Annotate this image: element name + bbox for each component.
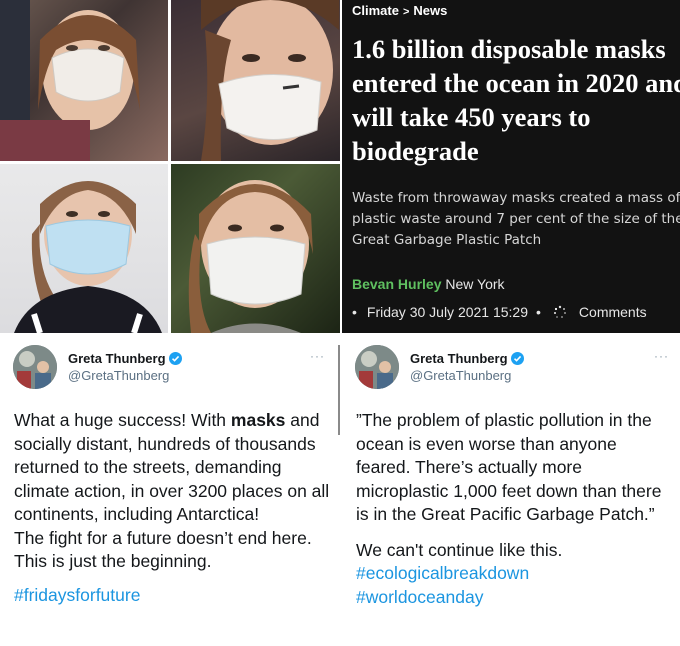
hashtag-link[interactable]: #worldoceanday <box>356 586 676 610</box>
photo-masked-face-1 <box>0 0 168 161</box>
verified-badge-icon <box>510 352 524 365</box>
avatar[interactable] <box>13 345 57 389</box>
more-dots-icon[interactable]: ··· <box>310 349 325 363</box>
breadcrumb-news[interactable]: News <box>413 3 447 18</box>
photo-masked-face-3 <box>0 164 168 333</box>
news-article-panel: Climate > News 1.6 billion disposable mask… <box>342 0 680 333</box>
article-headline[interactable]: 1.6 billion disposable masks entered the… <box>352 32 680 168</box>
tweet-text: What a huge success! With masks and soci… <box>14 410 330 524</box>
photo-collage <box>0 0 340 333</box>
tweet-text-line2: We can't continue like this. <box>356 539 563 560</box>
bullet-icon: • <box>536 304 541 320</box>
tweet-text-line2: The fight for a future doesn’t end here.… <box>14 527 312 572</box>
hashtag-link[interactable]: #fridaysforfuture <box>14 584 334 608</box>
tweet-author-name[interactable]: Greta Thunberg <box>68 351 182 366</box>
photo-masked-face-2 <box>171 0 340 161</box>
tweet-body: ”The problem of plastic pollution in the… <box>356 409 676 609</box>
column-divider <box>338 345 340 435</box>
photo-masked-face-4 <box>171 164 340 333</box>
tweet-author-name[interactable]: Greta Thunberg <box>410 351 524 366</box>
tweet-quote: ”The problem of plastic pollution in the… <box>356 410 662 524</box>
hashtag-link[interactable]: #ecologicalbreakdown <box>356 562 676 586</box>
article-meta: • Friday 30 July 2021 15:29 • Comments <box>352 304 647 320</box>
more-dots-icon[interactable]: ··· <box>654 349 669 363</box>
comment-spinner-icon[interactable] <box>553 305 567 319</box>
comments-link[interactable]: Comments <box>579 304 647 320</box>
avatar[interactable] <box>355 345 399 389</box>
tweet-card-2: Greta Thunberg @GretaThunberg ··· ”The p… <box>342 339 680 646</box>
article-standfirst: Waste from throwaway masks created a mas… <box>352 190 680 248</box>
tweet-author-handle[interactable]: @GretaThunberg <box>410 368 511 383</box>
article-location: New York <box>445 276 505 292</box>
breadcrumb-climate[interactable]: Climate <box>352 3 399 18</box>
tweet-bold-word: masks <box>230 410 286 430</box>
tweet-author-handle[interactable]: @GretaThunberg <box>68 368 169 383</box>
article-date: Friday 30 July 2021 15:29 <box>366 304 529 320</box>
author-link[interactable]: Bevan Hurley <box>352 276 441 292</box>
tweet-card-1: Greta Thunberg @GretaThunberg ··· What a… <box>0 339 336 646</box>
bullet-icon: • <box>352 304 357 320</box>
breadcrumb: Climate > News <box>352 3 447 18</box>
article-byline: Bevan Hurley New York <box>352 276 505 292</box>
breadcrumb-separator-icon: > <box>402 6 410 18</box>
verified-badge-icon <box>168 352 182 365</box>
tweet-body: What a huge success! With masks and soci… <box>14 409 334 607</box>
